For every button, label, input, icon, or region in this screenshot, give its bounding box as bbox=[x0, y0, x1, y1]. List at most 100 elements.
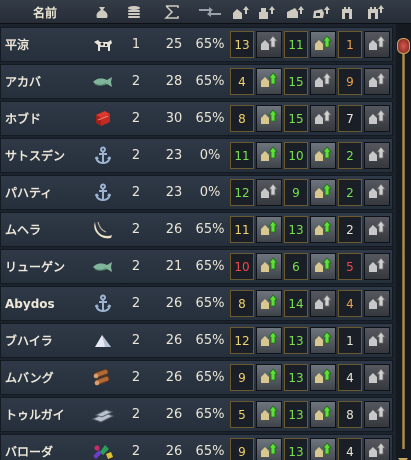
upgrade-button-3[interactable] bbox=[364, 253, 390, 280]
upgrade-button-2[interactable] bbox=[310, 438, 336, 460]
province-name[interactable]: 平涼 bbox=[5, 28, 87, 61]
upgrade-button-3[interactable] bbox=[364, 31, 390, 58]
table-row[interactable]: ムバング 2 26 65% 9 13 4 bbox=[0, 360, 393, 395]
province-size: 2 bbox=[131, 148, 141, 163]
value-3: 8 bbox=[338, 401, 362, 428]
province-name[interactable]: トゥルガイ bbox=[5, 398, 87, 431]
upgrade-button-2[interactable] bbox=[310, 179, 336, 206]
build-upgrade-1-icon[interactable] bbox=[231, 0, 251, 24]
coins-stack-icon[interactable] bbox=[124, 0, 144, 24]
province-size: 2 bbox=[131, 222, 141, 237]
province-name[interactable]: リューゲン bbox=[5, 250, 87, 283]
province-total: 26 bbox=[165, 333, 183, 348]
upgrade-button-3[interactable] bbox=[364, 290, 390, 317]
upgrade-button-2[interactable] bbox=[310, 31, 336, 58]
table-row[interactable]: アカバ 2 28 65% 4 15 9 bbox=[0, 64, 393, 99]
province-name[interactable]: Abydos bbox=[5, 287, 87, 320]
province-name[interactable]: ブハイラ bbox=[5, 324, 87, 357]
value-3: 9 bbox=[338, 68, 362, 95]
value-2: 11 bbox=[284, 31, 308, 58]
value-3: 2 bbox=[338, 216, 362, 243]
upgrade-arrow-icon bbox=[259, 329, 279, 352]
province-name[interactable]: ホブド bbox=[5, 102, 87, 135]
upgrade-button-3[interactable] bbox=[364, 327, 390, 354]
upgrade-button-1[interactable] bbox=[256, 179, 282, 206]
upgrade-button-2[interactable] bbox=[310, 105, 336, 132]
upgrade-button-1[interactable] bbox=[256, 142, 282, 169]
upgrade-button-3[interactable] bbox=[364, 401, 390, 428]
province-name[interactable]: バローダ bbox=[5, 435, 87, 460]
upgrade-button-3[interactable] bbox=[364, 68, 390, 95]
upgrade-button-2[interactable] bbox=[310, 364, 336, 391]
table-row[interactable]: ホブド 2 30 65% 8 15 7 bbox=[0, 101, 393, 136]
province-size: 2 bbox=[131, 407, 141, 422]
value-1: 8 bbox=[230, 105, 254, 132]
upgrade-button-3[interactable] bbox=[364, 364, 390, 391]
upgrade-button-1[interactable] bbox=[256, 105, 282, 132]
province-total: 21 bbox=[165, 259, 183, 274]
table-row[interactable]: ムヘラ 2 26 65% 11 13 2 bbox=[0, 212, 393, 247]
province-total: 26 bbox=[165, 296, 183, 311]
upgrade-arrow-icon bbox=[367, 107, 387, 130]
upgrade-button-1[interactable] bbox=[256, 327, 282, 354]
upgrade-button-1[interactable] bbox=[256, 290, 282, 317]
province-name[interactable]: ムバング bbox=[5, 361, 87, 394]
value-1: 4 bbox=[230, 68, 254, 95]
upgrade-button-1[interactable] bbox=[256, 401, 282, 428]
upgrade-button-3[interactable] bbox=[364, 438, 390, 460]
value-3: 2 bbox=[338, 142, 362, 169]
table-row[interactable]: パハティ 2 23 0% 12 9 2 bbox=[0, 175, 393, 210]
sigma-icon[interactable] bbox=[162, 0, 182, 24]
province-name[interactable]: サトスデン bbox=[5, 139, 87, 172]
table-row[interactable]: サトスデン 2 23 0% 11 10 2 bbox=[0, 138, 393, 173]
upgrade-button-1[interactable] bbox=[256, 68, 282, 95]
province-total: 26 bbox=[165, 407, 183, 422]
scrollbar-track[interactable] bbox=[402, 54, 405, 449]
build-upgrade-3-icon[interactable] bbox=[285, 0, 305, 24]
fortify-2-icon[interactable] bbox=[365, 0, 385, 24]
upgrade-button-1[interactable] bbox=[256, 31, 282, 58]
upgrade-button-2[interactable] bbox=[310, 253, 336, 280]
column-header-name[interactable]: 名前 bbox=[0, 0, 90, 24]
upgrade-button-3[interactable] bbox=[364, 142, 390, 169]
upgrade-button-3[interactable] bbox=[364, 105, 390, 132]
province-name[interactable]: パハティ bbox=[5, 176, 87, 209]
table-row[interactable]: Abydos 2 26 65% 8 14 4 bbox=[0, 286, 393, 321]
upgrade-button-1[interactable] bbox=[256, 364, 282, 391]
table-row[interactable]: バローダ 2 26 65% 9 13 4 bbox=[0, 434, 393, 460]
goods-sack-icon[interactable] bbox=[92, 0, 112, 24]
table-row[interactable]: ブハイラ 2 26 65% 12 13 1 bbox=[0, 323, 393, 358]
table-row[interactable]: 平涼 1 25 65% 13 11 1 bbox=[0, 27, 393, 62]
upgrade-arrow-icon bbox=[313, 292, 333, 315]
upgrade-button-2[interactable] bbox=[310, 68, 336, 95]
scrollbar-thumb[interactable] bbox=[397, 38, 410, 54]
upgrade-button-1[interactable] bbox=[256, 216, 282, 243]
arrows-exchange-icon[interactable] bbox=[197, 0, 223, 24]
value-1: 11 bbox=[230, 142, 254, 169]
table-row[interactable]: リューゲン 2 21 65% 10 6 5 bbox=[0, 249, 393, 284]
value-1: 12 bbox=[230, 327, 254, 354]
upgrade-button-2[interactable] bbox=[310, 142, 336, 169]
fortify-1-icon[interactable] bbox=[339, 0, 359, 24]
upgrade-button-2[interactable] bbox=[310, 216, 336, 243]
upgrade-button-3[interactable] bbox=[364, 179, 390, 206]
upgrade-button-2[interactable] bbox=[310, 290, 336, 317]
build-upgrade-4-icon[interactable] bbox=[311, 0, 331, 24]
upgrade-arrow-icon bbox=[313, 181, 333, 204]
table-row[interactable]: トゥルガイ 2 26 65% 5 13 8 bbox=[0, 397, 393, 432]
upgrade-button-3[interactable] bbox=[364, 216, 390, 243]
upgrade-arrow-icon bbox=[313, 107, 333, 130]
build-upgrade-2-icon[interactable] bbox=[257, 0, 277, 24]
province-name[interactable]: アカバ bbox=[5, 65, 87, 98]
upgrade-button-2[interactable] bbox=[310, 401, 336, 428]
upgrade-arrow-icon bbox=[367, 292, 387, 315]
upgrade-button-1[interactable] bbox=[256, 253, 282, 280]
upgrade-button-1[interactable] bbox=[256, 438, 282, 460]
upgrade-arrow-icon bbox=[313, 33, 333, 56]
province-percent: 65% bbox=[195, 370, 225, 385]
upgrade-arrow-icon bbox=[259, 403, 279, 426]
upgrade-button-2[interactable] bbox=[310, 327, 336, 354]
upgrade-arrow-icon bbox=[313, 403, 333, 426]
province-name[interactable]: ムヘラ bbox=[5, 213, 87, 246]
scrollbar[interactable] bbox=[396, 24, 411, 460]
